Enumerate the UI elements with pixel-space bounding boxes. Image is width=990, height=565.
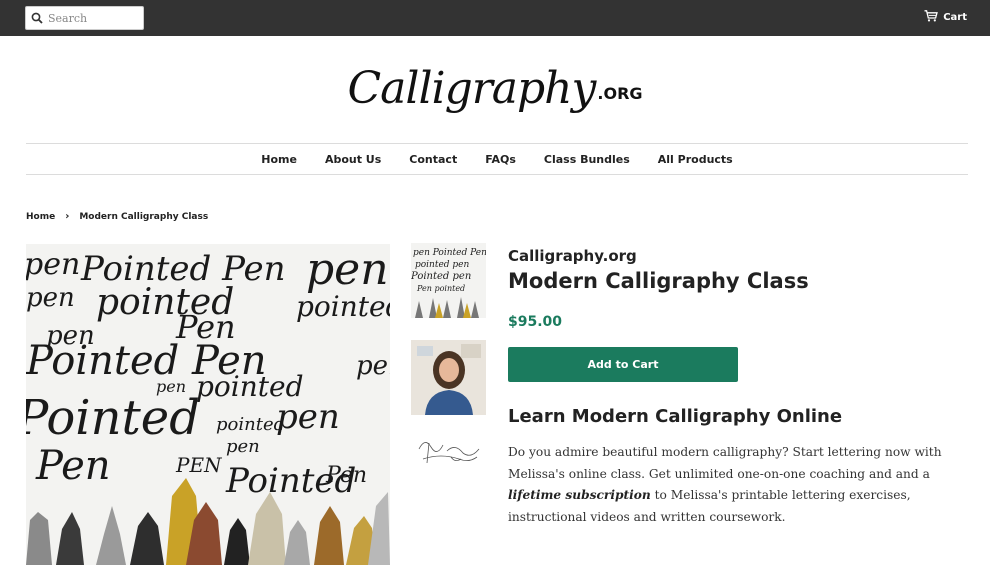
search-box[interactable] [25, 6, 144, 30]
script-word: pointed [296, 290, 390, 323]
script-word: pen [26, 247, 80, 282]
thumbnail-1[interactable]: pen Pointed Pen pointed pen Pointed pen … [411, 243, 486, 318]
search-input[interactable] [48, 8, 138, 28]
nav-item-faqs[interactable]: FAQs [485, 153, 516, 166]
nav-item-class-bundles[interactable]: Class Bundles [544, 153, 630, 166]
product-price: $95.00 [508, 314, 563, 330]
product-main-image[interactable]: pen Pointed Pen pen pen pointed pointed … [26, 244, 390, 565]
svg-text:Pointed pen: Pointed pen [411, 271, 471, 282]
main-nav: Home About Us Contact FAQs Class Bundles… [26, 143, 968, 175]
thumbnail-3[interactable] [411, 423, 486, 498]
product-vendor[interactable]: Calligraphy.org [508, 247, 637, 265]
script-word: Pen [35, 443, 111, 489]
site-logo[interactable]: Calligraphy .ORG [0, 56, 990, 122]
script-word: Pen [325, 463, 367, 488]
cart-label[interactable]: Cart [943, 12, 967, 23]
nav-item-about-us[interactable]: About Us [325, 153, 381, 166]
search-icon[interactable] [26, 7, 48, 29]
nav-item-home[interactable]: Home [261, 153, 297, 166]
description-emphasis: lifetime subscription [508, 488, 651, 503]
nav-item-all-products[interactable]: All Products [658, 153, 733, 166]
script-word: PEN [175, 453, 223, 477]
logo-script: Calligraphy [347, 63, 596, 114]
cart-link[interactable]: Cart [924, 10, 967, 25]
thumbnail-2[interactable] [411, 340, 486, 415]
script-word: pen [306, 244, 389, 295]
top-bar: Cart [0, 0, 990, 36]
product-title: Modern Calligraphy Class [508, 269, 809, 293]
script-word: pen [26, 283, 75, 313]
svg-text:Pen pointed: Pen pointed [416, 284, 465, 293]
svg-text:pen Pointed Pen: pen Pointed Pen [413, 248, 486, 258]
script-word: pointed [216, 414, 285, 435]
breadcrumb-current: Modern Calligraphy Class [79, 211, 209, 222]
breadcrumb-separator: › [65, 211, 70, 222]
add-to-cart-button[interactable]: Add to Cart [508, 347, 738, 382]
cart-icon[interactable] [924, 10, 939, 25]
breadcrumb-home[interactable]: Home [26, 212, 55, 222]
script-word: pen [356, 351, 390, 381]
script-word: Pointed [26, 390, 200, 446]
script-word: pen [226, 436, 260, 457]
logo-suffix: .ORG [597, 84, 643, 103]
product-description: Do you admire beautiful modern calligrap… [508, 442, 958, 528]
nav-item-contact[interactable]: Contact [409, 153, 457, 166]
breadcrumb: Home › Modern Calligraphy Class [26, 211, 208, 222]
svg-text:pointed pen: pointed pen [415, 260, 470, 270]
product-subheading: Learn Modern Calligraphy Online [508, 406, 843, 427]
script-word: pen [276, 397, 340, 437]
description-part-1: Do you admire beautiful modern calligrap… [508, 445, 942, 481]
